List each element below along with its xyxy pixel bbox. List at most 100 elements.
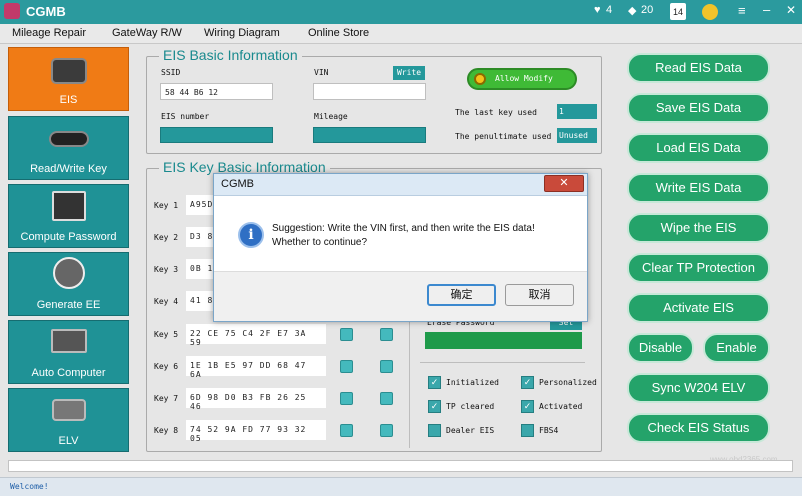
ssid-field[interactable]: 58 44 B6 12 — [160, 83, 273, 100]
penultimate-value: Unused — [557, 128, 597, 143]
status-text: Welcome! — [10, 482, 49, 491]
gem-icon: ◆ — [628, 5, 637, 17]
nav-elv-label: ELV — [58, 435, 79, 447]
nav-auto-computer[interactable]: Auto Computer — [8, 320, 129, 384]
avatar[interactable] — [702, 4, 718, 20]
disable-button[interactable]: Disable — [627, 333, 694, 363]
key-label: Key 5 — [154, 330, 179, 339]
vin-field[interactable] — [313, 83, 426, 100]
key-status-box[interactable] — [380, 328, 393, 341]
eis-basic-title: EIS Basic Information — [159, 47, 302, 63]
key-label: Key 8 — [154, 426, 179, 435]
load-eis-data-button[interactable]: Load EIS Data — [627, 133, 770, 163]
key-label: Key 6 — [154, 362, 179, 371]
activate-eis-button[interactable]: Activate EIS — [627, 293, 770, 323]
save-eis-data-button[interactable]: Save EIS Data — [627, 93, 770, 123]
hearts-count: 4 — [606, 4, 613, 16]
fbs4-label: FBS4 — [539, 426, 559, 435]
key-label: Key 2 — [154, 233, 179, 242]
key-status-box[interactable] — [340, 360, 353, 373]
personalized-label: Personalized — [539, 378, 597, 387]
allow-modify-label: Allow Modify — [495, 74, 553, 83]
enable-button[interactable]: Enable — [703, 333, 770, 363]
close-icon[interactable]: ✕ — [786, 3, 796, 17]
dealer-eis-label: Dealer EIS — [446, 426, 495, 435]
key-field[interactable]: 74 52 9A FD 77 93 32 05 — [186, 420, 326, 443]
key-field[interactable]: 1E 1B E5 97 DD 68 47 6A — [186, 356, 326, 379]
tp-cleared-label: TP cleared — [446, 402, 495, 411]
dialog-close-icon[interactable]: ✕ — [544, 175, 584, 192]
clear-tp-protection-button[interactable]: Clear TP Protection — [627, 253, 770, 283]
key-label: Key 3 — [154, 265, 179, 274]
nav-read-write-key-label: Read/Write Key — [30, 163, 107, 175]
allow-modify-toggle[interactable]: Allow Modify — [467, 68, 577, 90]
status-bar: Welcome! — [0, 477, 802, 496]
heart-icon: ♥ — [594, 4, 601, 16]
menu-wiring-diagram[interactable]: Wiring Diagram — [204, 27, 280, 39]
info-icon: i — [238, 222, 264, 248]
personalized-checkbox[interactable]: ✓ — [521, 376, 534, 389]
initialized-checkbox[interactable]: ✓ — [428, 376, 441, 389]
toggle-knob-icon — [474, 73, 486, 85]
mileage-label: Mileage — [314, 112, 348, 121]
read-eis-data-button[interactable]: Read EIS Data — [627, 53, 770, 83]
eis-number-label: EIS number — [161, 112, 210, 121]
menu-mileage-repair[interactable]: Mileage Repair — [12, 27, 86, 39]
minimize-icon[interactable]: – — [763, 2, 770, 17]
nav-compute-password[interactable]: Compute Password — [8, 184, 129, 248]
ok-button[interactable]: 确定 — [427, 284, 496, 306]
confirm-dialog: CGMB ✕ i Suggestion: Write the VIN first… — [213, 173, 588, 322]
key-label: Key 7 — [154, 394, 179, 403]
menu-gateway-rw[interactable]: GateWay R/W — [112, 27, 182, 39]
key-field[interactable]: 6D 98 D0 B3 FB 26 25 46 — [186, 388, 326, 411]
nav-read-write-key[interactable]: Read/Write Key — [8, 116, 129, 180]
dealer-eis-checkbox[interactable] — [428, 424, 441, 437]
progress-bar — [8, 460, 793, 472]
nav-generate-ee[interactable]: Generate EE — [8, 252, 129, 316]
activated-checkbox[interactable]: ✓ — [521, 400, 534, 413]
cancel-button[interactable]: 取消 — [505, 284, 574, 306]
key-status-box[interactable] — [380, 360, 393, 373]
elv-icon — [52, 399, 86, 421]
wipe-eis-button[interactable]: Wipe the EIS — [627, 213, 770, 243]
tp-cleared-checkbox[interactable]: ✓ — [428, 400, 441, 413]
calendar-icon[interactable]: 14 — [670, 3, 686, 20]
menu-online-store[interactable]: Online Store — [308, 27, 369, 39]
last-key-value: 1 — [557, 104, 597, 119]
erase-password-bar — [425, 332, 582, 349]
key-status-box[interactable] — [380, 392, 393, 405]
eis-number-field[interactable] — [160, 127, 273, 143]
key-label: Key 1 — [154, 201, 179, 210]
dialog-button-area: 确定 取消 — [214, 271, 587, 321]
divider — [409, 320, 410, 448]
check-eis-status-button[interactable]: Check EIS Status — [627, 413, 770, 443]
last-key-label: The last key used — [455, 108, 537, 117]
nav-eis-label: EIS — [59, 94, 78, 106]
mileage-field[interactable] — [313, 127, 426, 143]
menu-icon[interactable]: ≡ — [738, 3, 746, 18]
write-vin-button[interactable]: Write — [393, 66, 425, 80]
dialog-message-line1: Suggestion: Write the VIN first, and the… — [272, 223, 535, 234]
car-key-icon — [49, 131, 89, 147]
keypad-icon — [52, 191, 86, 221]
dialog-title: CGMB — [221, 178, 254, 190]
activated-label: Activated — [539, 402, 583, 411]
key-status-box[interactable] — [340, 392, 353, 405]
initialized-label: Initialized — [446, 378, 499, 387]
sync-w204-elv-button[interactable]: Sync W204 ELV — [627, 373, 770, 403]
fbs4-checkbox[interactable] — [521, 424, 534, 437]
write-eis-data-button[interactable]: Write EIS Data — [627, 173, 770, 203]
nav-elv[interactable]: ELV — [8, 388, 129, 452]
key-label: Key 4 — [154, 297, 179, 306]
app-title: CGMB — [26, 4, 66, 19]
dialog-title-bar: CGMB ✕ — [214, 174, 587, 196]
key-status-box[interactable] — [380, 424, 393, 437]
key-status-box[interactable] — [340, 424, 353, 437]
gems-count: 20 — [641, 4, 654, 16]
key-field[interactable]: 22 CE 75 C4 2F E7 3A 59 — [186, 324, 326, 347]
menu-bar: Mileage Repair GateWay R/W Wiring Diagra… — [0, 24, 802, 44]
nav-eis[interactable]: EIS — [8, 47, 129, 111]
key-status-box[interactable] — [340, 328, 353, 341]
app-logo-icon — [4, 3, 20, 19]
nav-compute-password-label: Compute Password — [20, 231, 117, 243]
